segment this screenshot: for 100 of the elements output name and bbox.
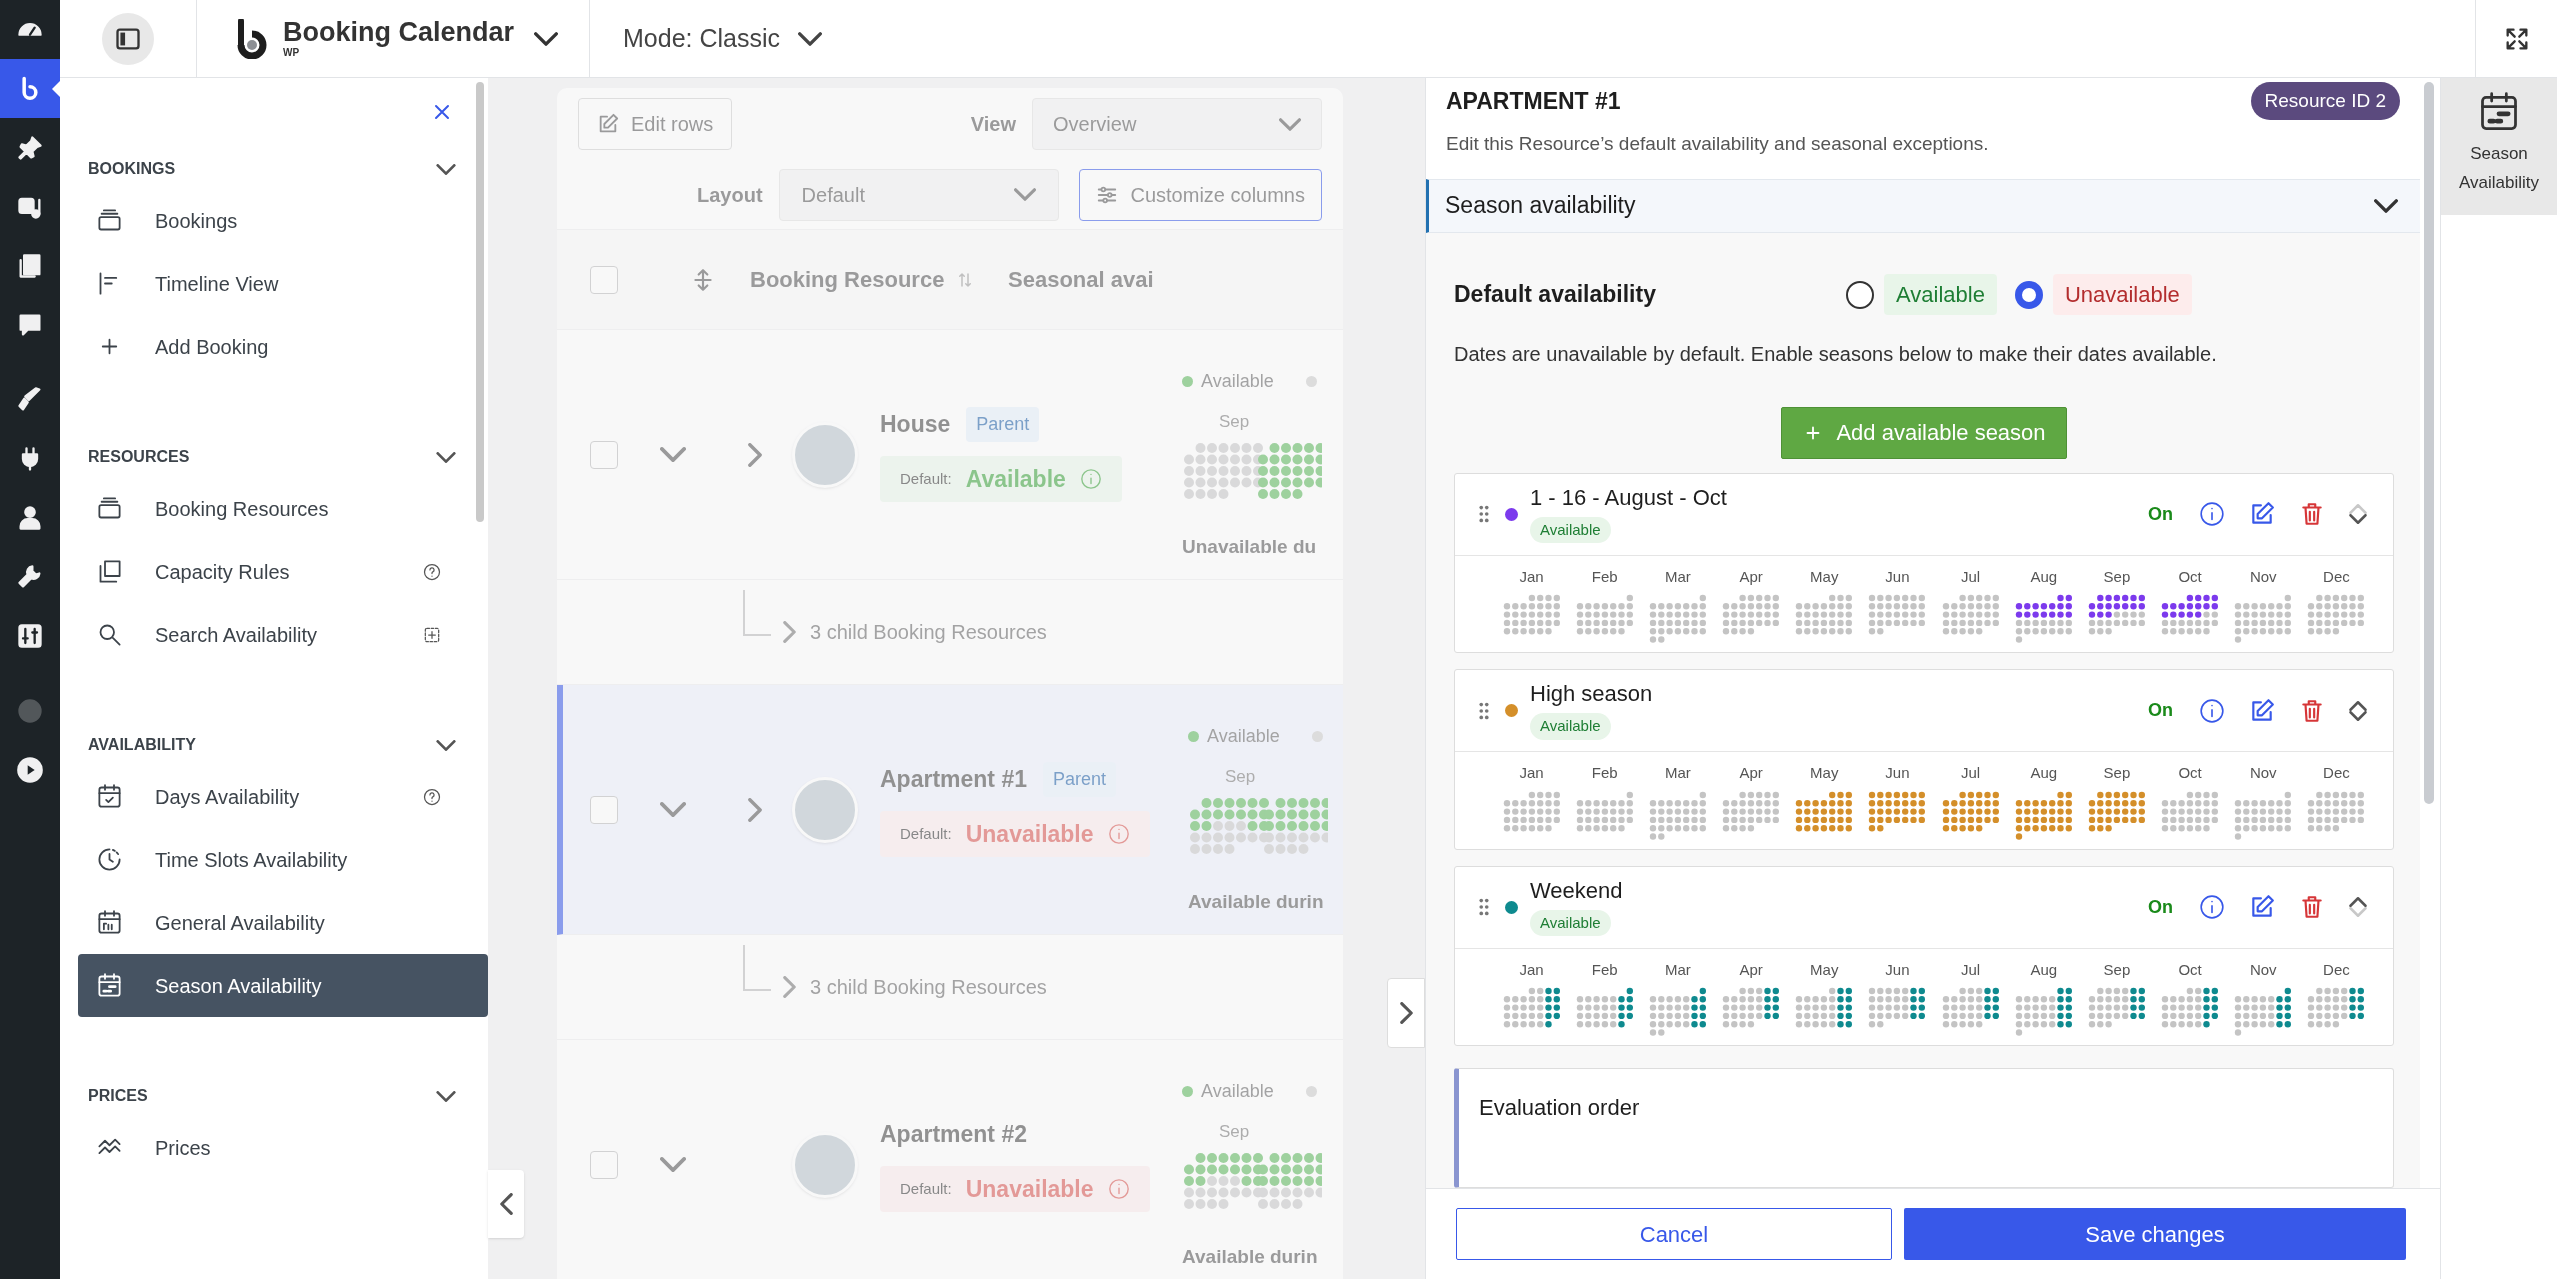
delete-icon[interactable]	[2299, 697, 2325, 724]
field-label: Default:	[900, 1178, 952, 1199]
move-up-icon[interactable]	[2349, 700, 2367, 711]
info-icon[interactable]	[2199, 501, 2225, 527]
chevron-right-icon	[1399, 1002, 1413, 1024]
help-icon[interactable]	[422, 561, 442, 582]
status-text: On	[2148, 699, 2173, 722]
status-text: Available	[965, 464, 1066, 494]
help-icon[interactable]	[422, 786, 442, 807]
legend-label: Available	[1207, 725, 1280, 748]
edit-icon[interactable]	[2249, 697, 2275, 724]
sliders-icon	[16, 621, 44, 650]
chevron-icon[interactable]	[436, 451, 456, 463]
save-button[interactable]: Save changes	[1904, 1208, 2406, 1260]
nav-item[interactable]: Season Availability	[78, 954, 488, 1017]
nav-item[interactable]: Capacity Rules	[78, 540, 470, 603]
mode-dropdown[interactable]: Mode: Classic	[590, 0, 822, 77]
edit-icon[interactable]	[2249, 894, 2275, 920]
chevron-icon[interactable]	[436, 739, 456, 751]
month-label: Jan	[1519, 566, 1544, 587]
month-label: Aug	[2030, 763, 2058, 783]
nav-item[interactable]: Bookings	[78, 189, 470, 252]
status-badge: Available	[1530, 713, 1611, 740]
info-icon[interactable]	[2199, 697, 2225, 724]
nav-item[interactable]: Time Slots Availability	[78, 828, 470, 891]
parent-badge: Parent	[966, 406, 1040, 442]
tree-connector	[743, 590, 771, 636]
chevron-down-icon[interactable]	[534, 31, 559, 46]
parent-badge: Parent	[1043, 761, 1117, 797]
hint-text: Dates are unavailable by default. Enable seasons below to make their dates available.	[1454, 341, 2218, 367]
chevron-down-icon	[1014, 188, 1037, 201]
month-label: Feb	[1591, 959, 1618, 980]
month-label: Jul	[1960, 959, 1981, 980]
sidebar-toggle-button[interactable]	[102, 12, 154, 65]
edit-icon	[597, 113, 619, 135]
month-label: Jul	[1960, 566, 1981, 587]
month-label: Mar	[1665, 763, 1691, 783]
resource-id-badge: Resource ID 2	[2250, 82, 2400, 120]
season-availability-header[interactable]: Season availability	[1426, 178, 2420, 233]
panel-title: APARTMENT #1	[1446, 86, 1621, 116]
month-label: Oct	[2178, 959, 2202, 980]
nav-item[interactable]: General Availability	[78, 891, 470, 954]
season-availability-tab[interactable]: Season Availability	[2441, 78, 2557, 215]
section-heading: RESOURCES	[88, 447, 190, 467]
season-name: High season	[1530, 680, 1653, 709]
collapse-button[interactable]	[488, 1170, 524, 1238]
edit-icon[interactable]	[2249, 501, 2275, 527]
month-label: Jan	[1519, 959, 1544, 980]
availability-summary: Unavailable du	[1182, 534, 1318, 559]
month-label: Nov	[2249, 959, 2277, 980]
nav-item[interactable]: Days Availability	[78, 765, 470, 828]
move-up-icon[interactable]	[2349, 897, 2367, 907]
chevron-icon[interactable]	[436, 163, 456, 175]
section-title: Evaluation order	[1479, 1095, 1640, 1120]
nav-item[interactable]: Search Availability	[78, 603, 470, 666]
month-label: Sep	[2103, 566, 2131, 587]
option-label[interactable]: Available	[1884, 274, 1997, 315]
field-label: View	[970, 112, 1016, 137]
checkbox[interactable]	[590, 795, 618, 824]
logo-menu-item[interactable]	[0, 59, 60, 118]
info-icon[interactable]	[2199, 894, 2225, 920]
section-heading: PRICES	[88, 1086, 148, 1106]
scrollbar-thumb[interactable]	[476, 82, 484, 522]
option-label[interactable]: Unavailable	[2052, 274, 2192, 315]
month-label: Oct	[2178, 763, 2202, 783]
nav-item[interactable]: Prices	[78, 1116, 470, 1179]
month-label: Nov	[2249, 566, 2277, 587]
delete-icon[interactable]	[2299, 501, 2325, 527]
resource-name: House	[880, 410, 951, 439]
month-label: Jun	[1885, 566, 1910, 587]
cancel-button[interactable]: Cancel	[1456, 1208, 1892, 1260]
scrollbar-thumb[interactable]	[2424, 82, 2434, 804]
brand-suffix: WP	[283, 48, 300, 58]
season-name: Weekend	[1530, 876, 1623, 905]
checkbox[interactable]	[590, 440, 618, 469]
chevron-right-icon[interactable]	[748, 442, 762, 467]
nav-item[interactable]: Add Booking	[78, 315, 470, 378]
move-down-icon[interactable]	[2349, 710, 2367, 721]
checkbox[interactable]	[590, 265, 618, 294]
field-label: Default:	[900, 823, 952, 844]
section-heading: BOOKINGS	[88, 159, 176, 179]
month-label: Aug	[2030, 959, 2058, 980]
radio-button[interactable]	[2014, 280, 2043, 309]
availability-summary: Available durin	[1188, 889, 1325, 914]
column-header: Seasonal avai	[1008, 266, 1154, 294]
expand-button[interactable]	[1387, 978, 1425, 1048]
availability-summary: Available durin	[1182, 1244, 1319, 1269]
resource-name: Apartment #1	[880, 765, 1027, 794]
nav-item[interactable]: Timeline View	[78, 252, 470, 315]
section-heading: AVAILABILITY	[88, 735, 196, 755]
radio-button[interactable]	[1846, 280, 1874, 309]
nav-item[interactable]: Booking Resources	[78, 477, 470, 540]
month-label: Dec	[2323, 763, 2350, 783]
month-label: Jul	[1960, 763, 1981, 783]
delete-icon[interactable]	[2299, 894, 2325, 920]
field-label: Default:	[900, 468, 952, 489]
month-label: May	[1810, 763, 1839, 783]
chevron-icon[interactable]	[436, 1090, 456, 1102]
move-down-icon[interactable]	[2349, 514, 2367, 524]
checkbox[interactable]	[590, 1150, 618, 1179]
